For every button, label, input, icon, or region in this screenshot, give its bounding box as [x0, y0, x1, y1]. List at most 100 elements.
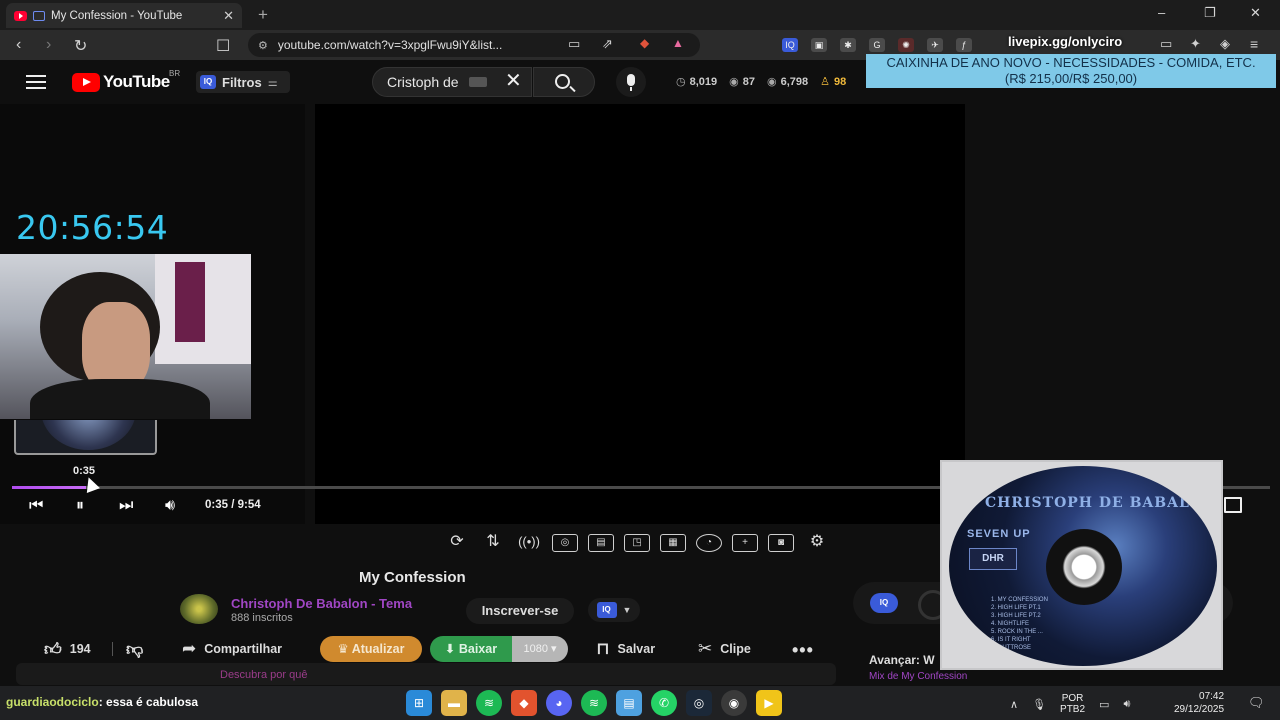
leo-icon[interactable]: ✦ — [1190, 36, 1201, 52]
sort-icon[interactable]: ⇅ — [480, 534, 506, 552]
clear-search-icon[interactable]: ✕ — [505, 71, 522, 91]
brave-rewards-icon[interactable]: ▲ — [672, 36, 684, 50]
search-text: Cristoph de — [387, 74, 459, 90]
thumbs-up-icon: 👍︎ — [44, 639, 62, 659]
extension-icon[interactable]: ƒ — [956, 38, 972, 52]
next-icon[interactable]: ⏭ — [119, 497, 133, 515]
network-icon[interactable]: ▭ — [1099, 698, 1109, 711]
spotify-icon[interactable]: ≋ — [581, 690, 607, 716]
clip-button[interactable]: ✂ Clipe — [698, 636, 751, 662]
microphone-icon[interactable]: 🎙︎ — [1032, 698, 1046, 711]
watch-later-icon[interactable]: ◎ — [552, 534, 578, 552]
start-icon[interactable]: ⊞ — [406, 690, 432, 716]
cd-track: 3. HIGH LIFE PT.2 — [991, 613, 1041, 619]
close-window-icon[interactable]: ✕ — [1250, 5, 1261, 21]
more-options-icon[interactable]: ••• — [792, 640, 814, 661]
up-next-label: Avançar: W — [869, 653, 935, 667]
extension-icon[interactable]: ✺ — [898, 38, 914, 52]
extension-icon[interactable]: ✱ — [840, 38, 856, 52]
spotify-icon[interactable]: ≋ — [476, 690, 502, 716]
dislike-button[interactable]: 👎︎ — [126, 636, 143, 662]
iq-extension-icon[interactable]: IQ — [782, 38, 798, 52]
system-clock[interactable]: 07:42 29/12/2025 — [1174, 690, 1224, 716]
screenshot-icon[interactable]: ◙ — [768, 534, 794, 552]
youtube-wordmark[interactable]: YouTube — [103, 72, 170, 92]
volume-icon[interactable]: 🔊︎ — [1123, 698, 1130, 711]
channel-avatar[interactable] — [180, 594, 218, 624]
notepad-icon[interactable]: ▤ — [616, 690, 642, 716]
iq-dropdown[interactable]: IQ ▼ — [588, 598, 640, 622]
stat-value: 8,019 — [689, 75, 718, 88]
video-player[interactable] — [315, 104, 965, 524]
theater-icon[interactable]: ▤ — [588, 534, 614, 552]
seek-thumbnail-preview — [14, 420, 157, 455]
steam-icon[interactable]: ◎ — [686, 690, 712, 716]
voice-search-button[interactable] — [616, 67, 646, 97]
brave-browser-icon[interactable]: ◆ — [511, 690, 537, 716]
settings-icon[interactable]: ⚙ — [804, 534, 830, 552]
hamburger-menu-icon[interactable] — [26, 75, 46, 89]
pause-icon[interactable]: ⏸ — [76, 497, 84, 515]
file-explorer-icon[interactable]: ▬ — [441, 690, 467, 716]
loop-icon[interactable]: ⟳ — [444, 534, 470, 552]
stat-item: ◉ 6,798 — [767, 75, 808, 89]
extension-icon[interactable]: ▣ — [811, 38, 827, 52]
close-tab-icon[interactable]: ✕ — [223, 8, 234, 24]
volume-icon[interactable]: 🔊︎ — [165, 497, 175, 515]
restore-icon[interactable]: ❐ — [1204, 5, 1216, 21]
wallet-icon[interactable]: ▭ — [1160, 36, 1172, 52]
search-button[interactable] — [533, 67, 595, 97]
discover-text[interactable]: Descubra por quê — [220, 669, 307, 681]
divider — [112, 642, 113, 656]
obs-icon[interactable]: ◉ — [721, 690, 747, 716]
bookmark-icon[interactable]: ☐ — [216, 36, 230, 56]
forward-icon[interactable]: › — [46, 36, 51, 54]
donation-goal-banner: CAIXINHA DE ANO NOVO - NECESSIDADES - CO… — [866, 54, 1276, 88]
whatsapp-icon[interactable]: ✆ — [651, 690, 677, 716]
app-icon[interactable]: ▶ — [756, 690, 782, 716]
keyboard-icon[interactable] — [468, 77, 487, 87]
url-field[interactable]: ⚙ youtube.com/watch?v=3xpglFwu9iY&list..… — [248, 33, 700, 57]
add-icon[interactable]: + — [732, 534, 758, 552]
vpn-icon[interactable]: ◈ — [1220, 36, 1230, 52]
browser-tab[interactable]: My Confession - YouTube ✕ — [6, 3, 242, 28]
notification-icon[interactable]: 🗨︎ — [1248, 695, 1265, 711]
minimize-icon[interactable]: – — [1158, 5, 1165, 20]
cinema-icon[interactable]: ▦ — [660, 534, 686, 552]
channel-name[interactable]: Christoph De Babalon - Tema — [231, 596, 412, 611]
cast-icon[interactable]: ▭ — [568, 36, 580, 52]
site-settings-icon[interactable]: ⚙ — [258, 39, 268, 52]
like-button[interactable]: 👍︎ 194 — [44, 636, 91, 662]
previous-icon[interactable]: ⏮ — [29, 497, 43, 515]
youtube-logo-icon[interactable] — [72, 73, 100, 92]
donation-amount: (R$ 215,00/R$ 250,00) — [1004, 71, 1138, 86]
tray-chevron-icon[interactable]: ∧ — [1010, 698, 1018, 711]
miniplayer-icon[interactable]: ◳ — [624, 534, 650, 552]
brave-shield-icon[interactable]: ◆ — [640, 36, 649, 50]
share-icon[interactable]: ⇗ — [602, 36, 613, 52]
speed-icon[interactable]: ◔ — [696, 534, 722, 552]
webcam-person-shirt — [30, 379, 210, 419]
subscribe-button[interactable]: Inscrever-se — [466, 598, 574, 624]
filter-button[interactable]: IQ Filtros ⚌ — [196, 71, 290, 93]
fullscreen-icon[interactable] — [1224, 497, 1242, 513]
new-tab-icon[interactable]: + — [258, 5, 268, 25]
discord-icon[interactable]: ◕ — [546, 690, 572, 716]
tab-title: My Confession - YouTube — [51, 9, 183, 22]
iq-sidebar-badge[interactable]: IQ — [870, 593, 898, 613]
reload-icon[interactable]: ↻ — [74, 36, 87, 56]
save-button[interactable]: ⊓ Salvar — [596, 636, 655, 662]
description-strip[interactable] — [16, 663, 836, 685]
extension-icon[interactable]: ✈ — [927, 38, 943, 52]
back-icon[interactable]: ‹ — [16, 36, 21, 54]
menu-icon[interactable]: ≡ — [1250, 36, 1258, 52]
language-indicator[interactable]: POR PTB2 — [1060, 693, 1085, 715]
grammar-extension-icon[interactable]: G — [869, 38, 885, 52]
update-button[interactable]: ♛ Atualizar — [320, 636, 422, 662]
mix-link[interactable]: Mix de My Confession — [869, 671, 967, 682]
share-button[interactable]: ➦ Compartilhar — [182, 636, 282, 662]
broadcast-icon[interactable]: ((•)) — [516, 534, 542, 552]
cd-track: 2. HIGH LIFE PT.1 — [991, 605, 1041, 611]
quality-select[interactable]: 1080 ▾ — [512, 636, 568, 662]
download-button[interactable]: ⬇ Baixar — [430, 636, 512, 662]
